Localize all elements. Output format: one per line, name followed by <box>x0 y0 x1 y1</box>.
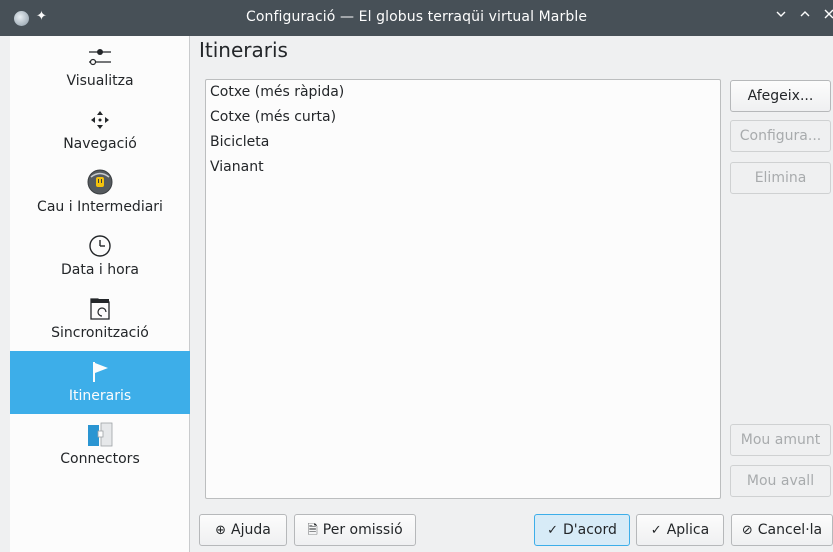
defaults-label: Per omissió <box>322 522 403 538</box>
apply-label: Aplica <box>666 522 710 538</box>
minimize-icon[interactable] <box>772 8 790 24</box>
sidebar-item-label: Connectors <box>60 451 140 467</box>
sidebar-item-label: Cau i Intermediari <box>37 199 163 215</box>
list-item[interactable]: Bicicleta <box>210 130 269 154</box>
sidebar-item-label: Visualitza <box>66 73 134 89</box>
configure-button[interactable]: Configura... <box>730 120 831 152</box>
clock-icon <box>86 231 114 259</box>
page-title: Itineraris <box>199 38 288 62</box>
cancel-icon: ⊘ <box>741 523 753 538</box>
sidebar-item-navegacio[interactable]: Navegació <box>10 99 190 162</box>
sliders-icon <box>86 42 114 70</box>
cache-proxy-icon <box>86 168 114 196</box>
sidebar-item-sincronitzacio[interactable]: Sincronització <box>10 288 190 351</box>
sidebar-item-label: Navegació <box>63 136 137 152</box>
sidebar-item-label: Sincronització <box>51 325 149 341</box>
checkmark-icon: ✓ <box>547 523 559 538</box>
move-up-button[interactable]: Mou amunt <box>730 424 831 456</box>
routing-profiles-list[interactable]: Cotxe (més ràpida) Cotxe (més curta) Bic… <box>205 79 721 499</box>
config-sidebar: Visualitza Navegació Cau i Intermediari … <box>10 36 190 552</box>
window-title: Configuració — El globus terraqüi virtua… <box>245 9 588 25</box>
sidebar-item-cau-intermediari[interactable]: Cau i Intermediari <box>10 162 190 225</box>
sidebar-item-label: Itineraris <box>68 388 132 404</box>
window-titlebar[interactable]: ✦ Configuració — El globus terraqüi virt… <box>0 0 833 36</box>
sidebar-item-itineraris[interactable]: Itineraris <box>10 351 190 414</box>
plugin-icon <box>86 420 114 448</box>
sidebar-item-label: Data i hora <box>61 262 139 278</box>
help-icon: ⊕ <box>215 523 227 538</box>
ok-button[interactable]: ✓ D'acord <box>534 514 630 546</box>
help-button[interactable]: ⊕ Ajuda <box>199 514 287 546</box>
move-arrows-icon <box>86 105 114 133</box>
help-label: Ajuda <box>231 522 271 538</box>
sidebar-item-visualitza[interactable]: Visualitza <box>10 36 190 99</box>
defaults-button[interactable]: 🗎 Per omissió <box>294 514 416 546</box>
folder-sync-icon <box>86 294 114 322</box>
list-item[interactable]: Cotxe (més curta) <box>210 105 336 129</box>
flag-icon <box>86 357 114 385</box>
window-edge <box>0 36 10 552</box>
apply-button[interactable]: ✓ Aplica <box>636 514 724 546</box>
ok-label: D'acord <box>563 522 617 538</box>
document-revert-icon: 🗎 <box>307 523 318 538</box>
cancel-label: Cancel·la <box>757 522 823 538</box>
sidebar-item-data-hora[interactable]: Data i hora <box>10 225 190 288</box>
sidebar-item-connectors[interactable]: Connectors <box>10 414 190 477</box>
checkmark-icon: ✓ <box>650 523 662 538</box>
move-down-button[interactable]: Mou avall <box>730 465 831 497</box>
list-item[interactable]: Cotxe (més ràpida) <box>210 80 344 104</box>
maximize-icon[interactable] <box>796 8 814 24</box>
close-icon[interactable] <box>820 8 833 24</box>
cancel-button[interactable]: ⊘ Cancel·la <box>731 514 833 546</box>
remove-button[interactable]: Elimina <box>730 162 831 194</box>
add-button[interactable]: Afegeix... <box>730 80 831 112</box>
list-item[interactable]: Vianant <box>210 155 264 179</box>
